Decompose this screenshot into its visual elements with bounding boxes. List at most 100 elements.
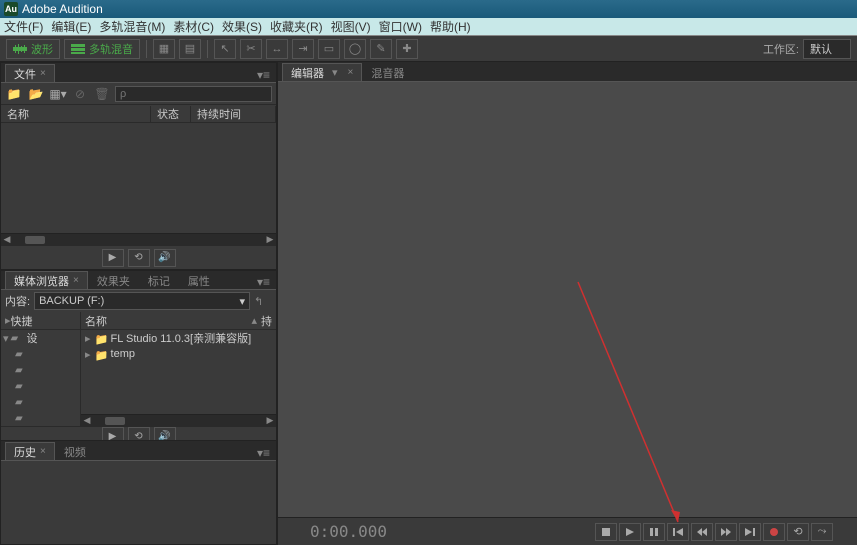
- multitrack-icon: [71, 44, 85, 54]
- panel-menu-icon[interactable]: ▾≡: [251, 68, 276, 82]
- skip-end-icon: [745, 528, 755, 536]
- tool-slip[interactable]: ↔: [266, 39, 288, 59]
- scroll-right-icon[interactable]: ▶: [264, 415, 276, 427]
- search-input[interactable]: [115, 86, 272, 102]
- play-preview-button[interactable]: ▶: [102, 249, 124, 267]
- close-file-icon[interactable]: ⊘: [71, 86, 89, 102]
- col-name[interactable]: 名称: [1, 106, 151, 122]
- tab-effects-rack[interactable]: 效果夹: [88, 271, 139, 289]
- editor-tabs: 编辑器▾× 混音器: [278, 62, 857, 82]
- tool-marquee[interactable]: ▭: [318, 39, 340, 59]
- waveform-icon: [13, 44, 27, 54]
- horizontal-scrollbar[interactable]: ◀ ▶: [81, 414, 276, 426]
- col-name[interactable]: 名称: [85, 313, 251, 329]
- new-file-icon[interactable]: ▦▾: [49, 86, 67, 102]
- drives-tree[interactable]: ▸快捷 ▾▰设 ▰ ▰ ▰ ▰ ▰: [1, 312, 81, 426]
- workspace-select[interactable]: 默认: [803, 39, 851, 59]
- tool-lasso[interactable]: ◯: [344, 39, 366, 59]
- stop-button[interactable]: [595, 523, 617, 541]
- go-to-start-button[interactable]: [667, 523, 689, 541]
- chevron-down-icon[interactable]: ▾: [3, 332, 9, 345]
- menu-help[interactable]: 帮助(H): [430, 18, 471, 35]
- history-list[interactable]: [1, 461, 276, 544]
- tool-brush[interactable]: ✎: [370, 39, 392, 59]
- loop-button[interactable]: ⟲: [787, 523, 809, 541]
- tab-video[interactable]: 视频: [55, 442, 95, 460]
- panel-menu-icon[interactable]: ▾≡: [251, 446, 276, 460]
- waveform-label: 波形: [31, 41, 53, 57]
- drive-icon: ▰: [15, 365, 29, 375]
- play-button[interactable]: [619, 523, 641, 541]
- skip-selection-button[interactable]: ⤳: [811, 523, 833, 541]
- tab-editor[interactable]: 编辑器▾×: [282, 63, 362, 81]
- col-duration[interactable]: 持续时间: [191, 106, 276, 122]
- tool-time-select[interactable]: ⇥: [292, 39, 314, 59]
- scroll-thumb[interactable]: [105, 417, 125, 425]
- folder-row[interactable]: ▸📁FL Studio 11.0.3[亲测兼容版]: [81, 330, 276, 346]
- menu-view[interactable]: 视图(V): [331, 18, 371, 35]
- tool-move[interactable]: ↖: [214, 39, 236, 59]
- tab-history[interactable]: 历史×: [5, 442, 55, 460]
- files-list[interactable]: [1, 123, 276, 233]
- skip-start-icon: [673, 528, 683, 536]
- close-icon[interactable]: ×: [348, 67, 354, 78]
- chevron-down-icon: ▾: [239, 295, 245, 308]
- pause-button[interactable]: [643, 523, 665, 541]
- annotation-arrow: [278, 82, 848, 542]
- menu-edit[interactable]: 编辑(E): [51, 18, 91, 35]
- autoplay-button[interactable]: 🔊: [154, 249, 176, 267]
- tool-spectral[interactable]: ▦: [153, 39, 175, 59]
- tab-markers[interactable]: 标记: [139, 271, 179, 289]
- editor-canvas[interactable]: [278, 82, 857, 517]
- folder-icon: 📁: [95, 333, 107, 343]
- folder-row[interactable]: ▸📁temp: [81, 346, 276, 362]
- chevron-right-icon[interactable]: ▸: [85, 332, 91, 345]
- chevron-right-icon[interactable]: ▸: [85, 348, 91, 361]
- tool-heal[interactable]: ✚: [396, 39, 418, 59]
- scroll-right-icon[interactable]: ▶: [264, 234, 276, 246]
- col-status[interactable]: 状态: [151, 106, 191, 122]
- horizontal-scrollbar[interactable]: ◀ ▶: [1, 233, 276, 245]
- scroll-left-icon[interactable]: ◀: [1, 234, 13, 246]
- panel-menu-icon[interactable]: ▾≡: [251, 275, 276, 289]
- col-type[interactable]: 持: [261, 313, 272, 329]
- menu-effects[interactable]: 效果(S): [222, 18, 262, 35]
- loop-preview-button[interactable]: ⟲: [128, 249, 150, 267]
- chevron-up-icon: ▴: [251, 314, 257, 327]
- drive-icon: ▰: [15, 413, 29, 423]
- waveform-view-button[interactable]: 波形: [6, 39, 60, 59]
- menu-file[interactable]: 文件(F): [4, 18, 43, 35]
- tab-mixer[interactable]: 混音器: [362, 63, 413, 81]
- close-icon[interactable]: ×: [40, 68, 46, 79]
- titlebar: Au Adobe Audition: [0, 0, 857, 18]
- scroll-thumb[interactable]: [25, 236, 45, 244]
- menu-clip[interactable]: 素材(C): [173, 18, 214, 35]
- up-folder-icon[interactable]: ↰: [254, 295, 272, 308]
- import-icon[interactable]: 📂: [27, 86, 45, 102]
- close-icon[interactable]: ×: [73, 275, 79, 286]
- drive-icon: ▰: [11, 333, 25, 343]
- delete-icon[interactable]: 🗑: [93, 86, 111, 102]
- folder-list-body[interactable]: [81, 362, 276, 414]
- menu-window[interactable]: 窗口(W): [379, 18, 422, 35]
- scroll-left-icon[interactable]: ◀: [81, 415, 93, 427]
- tool-razor[interactable]: ✂: [240, 39, 262, 59]
- open-file-icon[interactable]: 📁: [5, 86, 23, 102]
- app-title: Adobe Audition: [22, 2, 103, 16]
- rewind-button[interactable]: [691, 523, 713, 541]
- tab-properties[interactable]: 属性: [179, 271, 219, 289]
- chevron-down-icon[interactable]: ▾: [332, 66, 338, 79]
- separator: [207, 40, 208, 58]
- record-button[interactable]: [763, 523, 785, 541]
- tab-media-browser[interactable]: 媒体浏览器×: [5, 271, 88, 289]
- menu-favorites[interactable]: 收藏夹(R): [270, 18, 323, 35]
- go-to-end-button[interactable]: [739, 523, 761, 541]
- content-path-select[interactable]: BACKUP (F:)▾: [34, 292, 250, 310]
- tool-pitch[interactable]: ▤: [179, 39, 201, 59]
- tab-files[interactable]: 文件×: [5, 64, 55, 82]
- menu-multitrack[interactable]: 多轨混音(M): [99, 18, 165, 35]
- separator: [146, 40, 147, 58]
- fast-forward-button[interactable]: [715, 523, 737, 541]
- close-icon[interactable]: ×: [40, 446, 46, 457]
- multitrack-view-button[interactable]: 多轨混音: [64, 39, 140, 59]
